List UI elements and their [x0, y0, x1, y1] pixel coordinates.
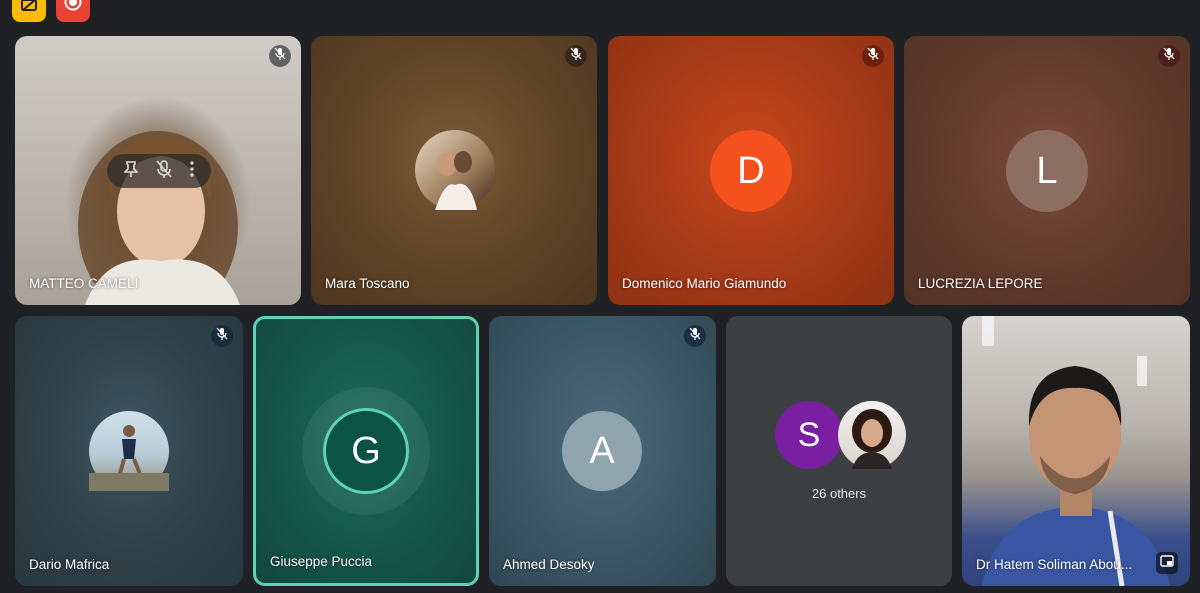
- avatar: [838, 401, 906, 469]
- avatar: D: [710, 130, 792, 212]
- more-options-icon[interactable]: [190, 160, 194, 182]
- avatar-initial: A: [589, 429, 615, 472]
- mic-off-icon: [216, 327, 228, 345]
- pin-icon[interactable]: [123, 160, 139, 182]
- mic-off-icon: [867, 47, 879, 65]
- avatar-photo: [435, 151, 477, 210]
- participant-tile[interactable]: Dr Hatem Soliman Abou...: [962, 316, 1190, 586]
- tile-hover-controls: [107, 154, 211, 188]
- participant-name: Giuseppe Puccia: [270, 554, 373, 569]
- participant-name: Ahmed Desoky: [503, 557, 595, 572]
- participant-tile[interactable]: Dario Mafrica: [15, 316, 243, 586]
- avatar-photo: [852, 409, 892, 469]
- mic-off-icon[interactable]: [156, 159, 172, 183]
- others-tile[interactable]: S 26 others: [726, 316, 952, 586]
- mic-off-indicator: [862, 45, 884, 67]
- avatar: [89, 411, 169, 491]
- participant-name: Dario Mafrica: [29, 557, 110, 572]
- mic-off-indicator: [211, 325, 233, 347]
- mic-off-icon: [570, 47, 582, 65]
- avatar-initial: G: [351, 429, 381, 472]
- avatar-initial: D: [737, 149, 765, 192]
- participant-video-frame: [982, 316, 1170, 586]
- record-button[interactable]: [56, 0, 90, 22]
- avatar: A: [562, 411, 642, 491]
- mic-off-icon: [689, 327, 701, 345]
- mic-off-indicator: [565, 45, 587, 67]
- top-toolbar: [0, 0, 1200, 24]
- participant-name: Domenico Mario Giamundo: [622, 276, 787, 291]
- mic-off-indicator: [1158, 45, 1180, 67]
- avatar: G: [323, 408, 409, 494]
- captions-off-button[interactable]: [12, 0, 46, 22]
- mic-off-indicator: [269, 45, 291, 67]
- record-icon: [64, 0, 82, 16]
- avatar-photo: [89, 425, 169, 491]
- avatar: S: [775, 401, 843, 469]
- participant-tile[interactable]: D Domenico Mario Giamundo: [608, 36, 894, 305]
- participant-name: Mara Toscano: [325, 276, 410, 291]
- participant-name: LUCREZIA LEPORE: [918, 276, 1043, 291]
- participant-name: MATTEO CAMELI: [29, 276, 139, 291]
- participant-tile-active-speaker[interactable]: G Giuseppe Puccia: [253, 316, 479, 586]
- avatar: [415, 130, 495, 210]
- participant-tile[interactable]: Mara Toscano: [311, 36, 597, 305]
- avatar-initial: L: [1036, 149, 1058, 192]
- mic-off-icon: [274, 47, 286, 65]
- avatar-initial: S: [797, 415, 821, 454]
- captions-off-icon: [21, 0, 37, 16]
- picture-in-picture-icon: [1160, 554, 1174, 572]
- avatar: L: [1006, 130, 1088, 212]
- mic-off-icon: [1163, 47, 1175, 65]
- participant-tile[interactable]: L LUCREZIA LEPORE: [904, 36, 1190, 305]
- participant-name: Dr Hatem Soliman Abou...: [976, 557, 1133, 572]
- others-count-label: 26 others: [811, 486, 867, 501]
- picture-in-picture-button[interactable]: [1156, 552, 1178, 574]
- participant-tile[interactable]: A Ahmed Desoky: [489, 316, 716, 586]
- mic-off-indicator: [684, 325, 706, 347]
- participant-tile[interactable]: MATTEO CAMELI: [15, 36, 301, 305]
